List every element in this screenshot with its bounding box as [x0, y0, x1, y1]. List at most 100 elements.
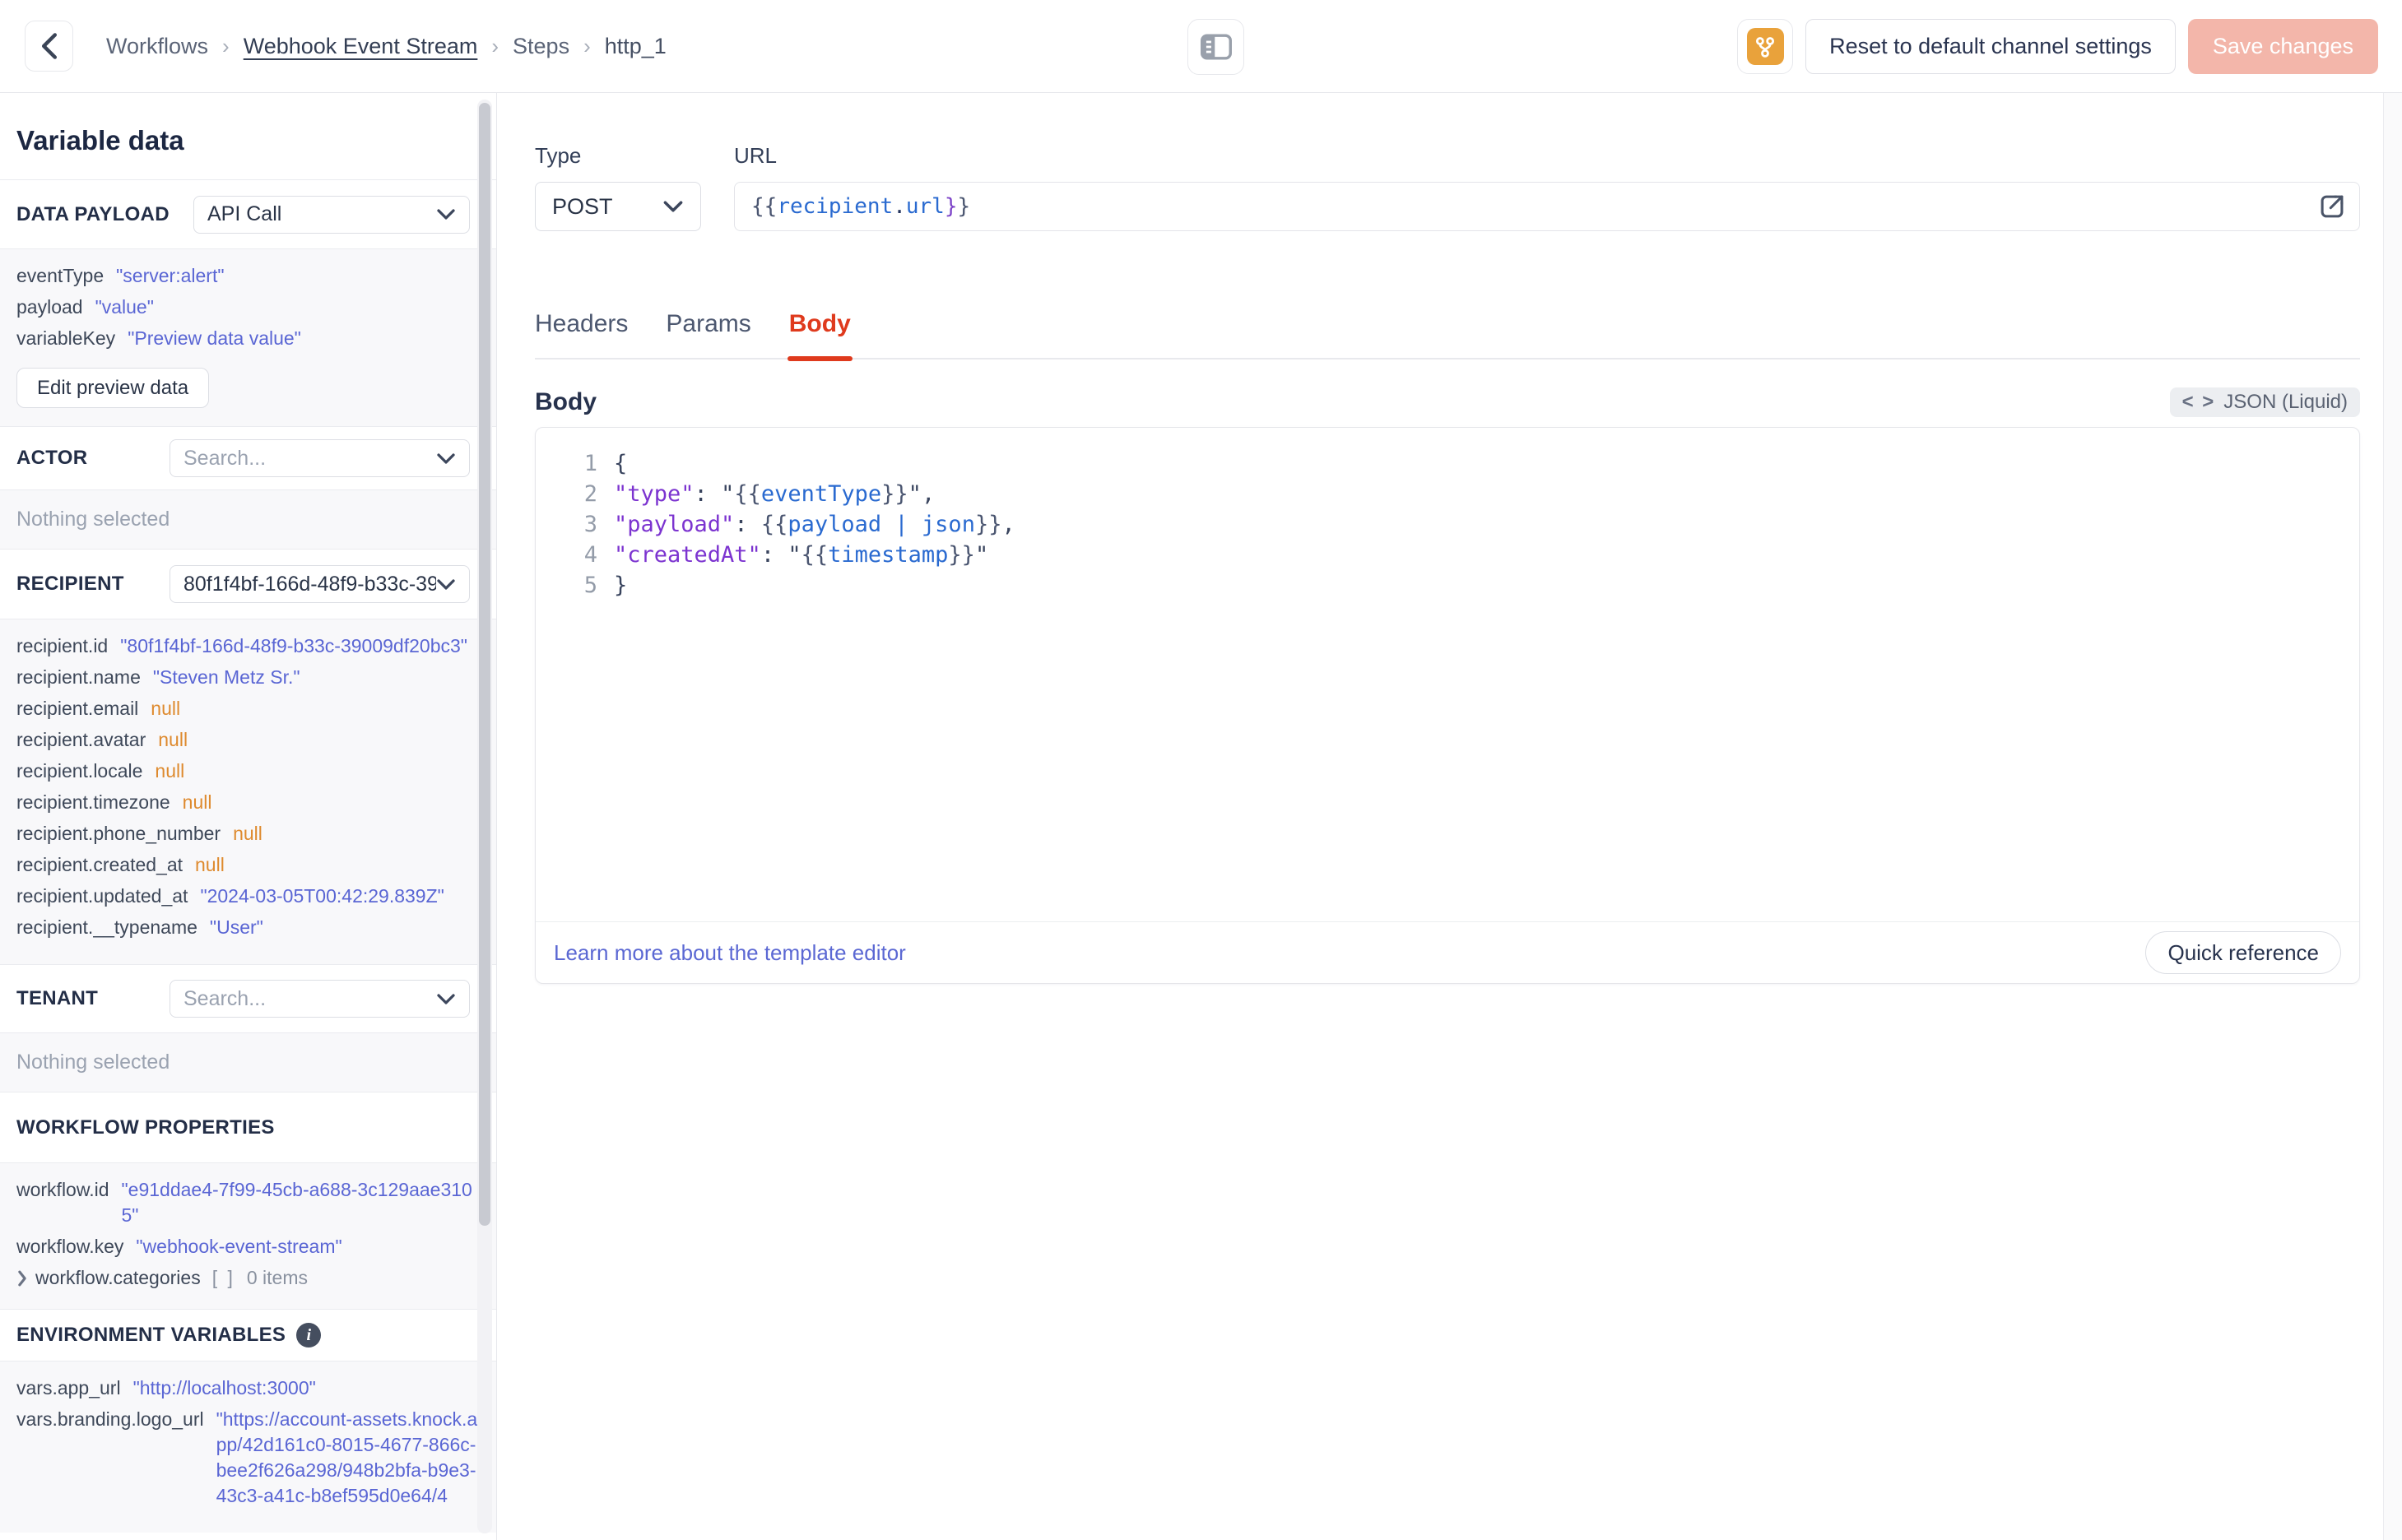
- code-line-content: }: [597, 570, 627, 601]
- breadcrumb-item-steps[interactable]: Steps: [513, 34, 569, 59]
- kv-key: recipient.timezone: [16, 791, 170, 813]
- environment-variables-row: ENVIRONMENT VARIABLES i: [0, 1310, 496, 1361]
- kv-value: "e91ddae4-7f99-45cb-a688-3c129aae3105": [121, 1179, 472, 1226]
- code-line: 5}: [536, 570, 2359, 601]
- code-token: }}: [948, 542, 975, 568]
- kv-key: workflow.categories: [35, 1267, 201, 1288]
- kv-value: null: [151, 698, 181, 719]
- reset-channel-settings-button[interactable]: Reset to default channel settings: [1805, 19, 2176, 74]
- kv-key: workflow.key: [16, 1236, 124, 1257]
- kv-row: vars.app_url "http://localhost:3000": [16, 1375, 480, 1401]
- external-link-icon[interactable]: [2318, 192, 2346, 220]
- back-button[interactable]: [25, 21, 73, 72]
- url-label: URL: [734, 143, 778, 168]
- code-token: {{: [734, 481, 761, 507]
- kv-value: null: [158, 729, 188, 750]
- tab-body[interactable]: Body: [787, 310, 853, 361]
- variable-data-sidebar: Variable data DATA PAYLOAD API Call even…: [0, 93, 497, 1540]
- code-token: :: [734, 512, 761, 537]
- code-icon: < >: [2181, 391, 2216, 413]
- workflow-properties-panel: workflow.id "e91ddae4-7f99-45cb-a688-3c12…: [0, 1163, 496, 1309]
- http-method-select[interactable]: POST: [535, 182, 701, 231]
- code-line: 4 "createdAt": "{{timestamp}}": [536, 540, 2359, 570]
- breadcrumb-item-webhook-event-stream[interactable]: Webhook Event Stream: [244, 34, 478, 59]
- tenant-empty-state: Nothing selected: [0, 1033, 496, 1092]
- chevron-down-icon: [437, 993, 455, 1004]
- request-config-row: Type POST URL {{recipient.url}}: [535, 143, 2360, 231]
- edit-preview-data-button[interactable]: Edit preview data: [16, 368, 210, 408]
- code-token: "payload": [614, 512, 735, 537]
- main-scrollbar-track[interactable]: [2383, 93, 2402, 1540]
- breadcrumb-item-http-1[interactable]: http_1: [605, 34, 667, 59]
- data-payload-label: DATA PAYLOAD: [16, 202, 170, 225]
- body-code-editor[interactable]: 1{2 "type": "{{eventType}}", 3 "payload": {…: [536, 428, 2359, 921]
- code-token: :: [760, 542, 788, 568]
- kv-value: "User": [209, 916, 263, 938]
- breadcrumb-separator-icon: ›: [222, 33, 230, 58]
- chevron-down-icon: [437, 452, 455, 464]
- kv-row: vars.branding.logo_url "https://account-a…: [16, 1407, 480, 1509]
- kv-row: recipient.locale null: [16, 758, 480, 784]
- kv-value: "server:alert": [116, 265, 225, 286]
- editor-footer: Learn more about the template editor Qui…: [536, 921, 2359, 983]
- quick-reference-button[interactable]: Quick reference: [2145, 931, 2341, 974]
- kv-row: recipient.timezone null: [16, 790, 480, 815]
- workflow-properties-row: WORKFLOW PROPERTIES: [0, 1092, 496, 1162]
- code-token: {: [614, 451, 628, 476]
- type-field: Type POST: [535, 143, 701, 231]
- breadcrumb-item-workflows[interactable]: Workflows: [106, 34, 208, 59]
- recipient-fields-panel: recipient.id "80f1f4bf-166d-48f9-b33c-390…: [0, 619, 496, 964]
- kv-value: "http://localhost:3000": [132, 1377, 316, 1399]
- version-control-button[interactable]: [1737, 19, 1794, 74]
- code-token: }: [944, 194, 958, 219]
- kv-key: recipient.updated_at: [16, 885, 188, 907]
- code-token: recipient: [777, 194, 894, 219]
- body-section-header: Body < > JSON (Liquid): [535, 387, 2360, 417]
- code-token: ": [974, 542, 989, 568]
- chevron-down-icon: [437, 209, 455, 220]
- kv-row: recipient.name "Steven Metz Sr.": [16, 665, 480, 690]
- kv-value: null: [182, 791, 212, 813]
- sidebar-toggle-button[interactable]: [1187, 19, 1244, 75]
- data-payload-select[interactable]: API Call: [193, 195, 470, 234]
- step-config-main: Type POST URL {{recipient.url}} Headers …: [497, 93, 2402, 1540]
- template-editor-docs-link[interactable]: Learn more about the template editor: [554, 940, 906, 966]
- info-icon[interactable]: i: [296, 1323, 322, 1348]
- categories-brackets: [ ]: [211, 1267, 235, 1288]
- kv-value: null: [155, 760, 185, 782]
- kv-key: vars.app_url: [16, 1377, 121, 1399]
- save-changes-button[interactable]: Save changes: [2187, 19, 2378, 74]
- kv-key: variableKey: [16, 327, 116, 349]
- code-token: ": [721, 481, 735, 507]
- tab-headers[interactable]: Headers: [535, 310, 628, 358]
- sidebar-scrollbar-thumb[interactable]: [479, 103, 490, 1226]
- line-number: 1: [583, 451, 597, 476]
- actor-search-select[interactable]: Search...: [170, 439, 470, 477]
- kv-row: recipient.__typename "User": [16, 915, 480, 940]
- kv-value: "2024-03-05T00:42:29.839Z": [200, 885, 444, 907]
- code-line: 3 "payload": {{payload | json}},: [536, 509, 2359, 540]
- tenant-label: TENANT: [16, 987, 99, 1009]
- kv-row: payload "value": [16, 295, 480, 320]
- tenant-search-select[interactable]: Search...: [170, 980, 470, 1018]
- panel-layout-icon: [1200, 34, 1232, 60]
- tab-params[interactable]: Params: [666, 310, 750, 358]
- environment-variables-panel: vars.app_url "http://localhost:3000" vars.…: [0, 1361, 496, 1533]
- url-input[interactable]: {{recipient.url}}: [734, 182, 2360, 231]
- payload-fields: eventType "server:alert" payload "value" var…: [16, 263, 480, 351]
- code-token: json: [921, 512, 975, 537]
- workflow-fields: workflow.id "e91ddae4-7f99-45cb-a688-3c12…: [16, 1177, 480, 1259]
- code-token: |: [881, 512, 922, 537]
- chevron-right-icon: [16, 1269, 28, 1287]
- breadcrumb-separator-icon: ›: [491, 33, 499, 58]
- kv-value: "https://account-assets.knock.app/42d161…: [216, 1408, 478, 1506]
- workflow-categories-row[interactable]: workflow.categories [ ] 0 items: [16, 1265, 480, 1291]
- code-token: }: [614, 573, 628, 598]
- recipient-select[interactable]: 80f1f4bf-166d-48f9-b33c-39009df20bc3: [170, 565, 470, 603]
- code-token: }}: [974, 512, 1002, 537]
- tenant-row: TENANT Search...: [0, 965, 496, 1032]
- git-branch-icon: [1756, 36, 1775, 58]
- kv-row: recipient.phone_number null: [16, 821, 480, 847]
- code-token: {{: [751, 194, 778, 219]
- kv-row: workflow.id "e91ddae4-7f99-45cb-a688-3c12…: [16, 1177, 480, 1228]
